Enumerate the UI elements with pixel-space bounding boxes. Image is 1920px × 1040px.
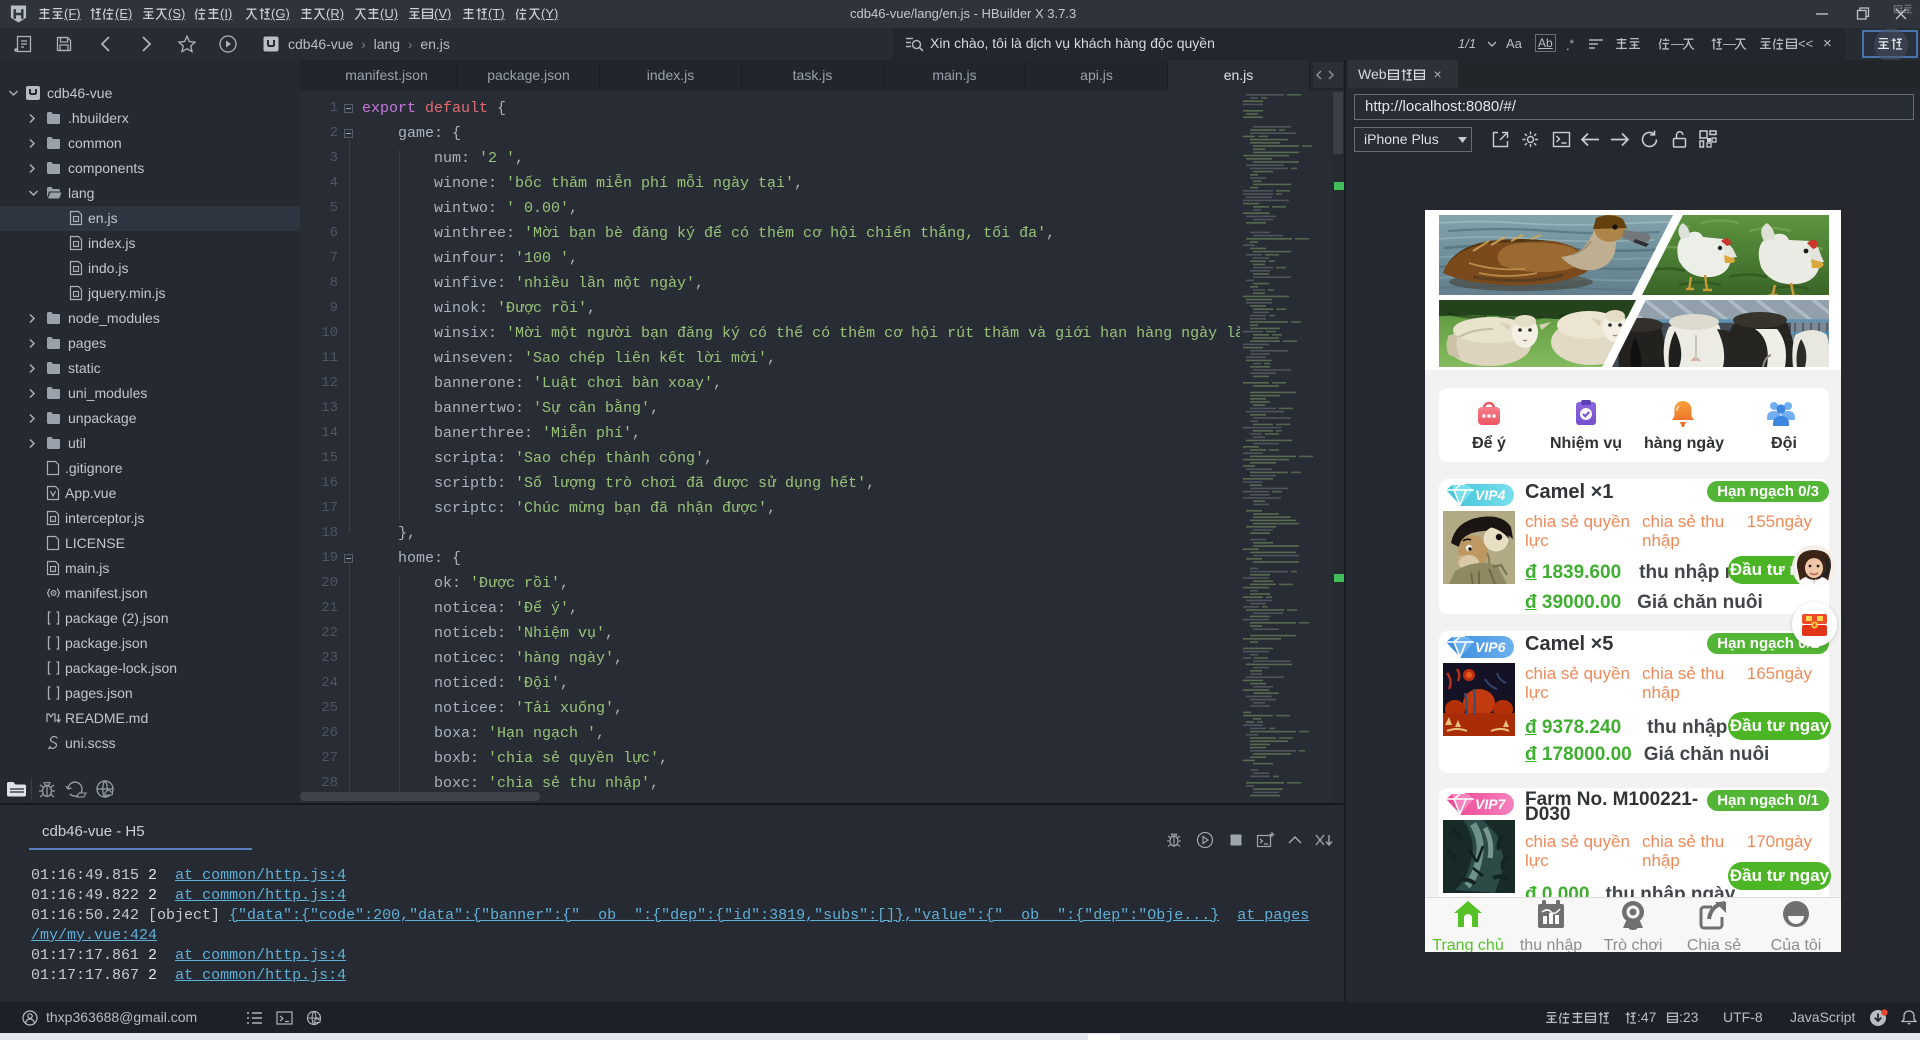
svg-text:VIP7: VIP7 bbox=[1475, 796, 1507, 812]
svg-text:VIP6: VIP6 bbox=[1475, 639, 1506, 655]
svg-text:VIP4: VIP4 bbox=[1475, 487, 1506, 503]
